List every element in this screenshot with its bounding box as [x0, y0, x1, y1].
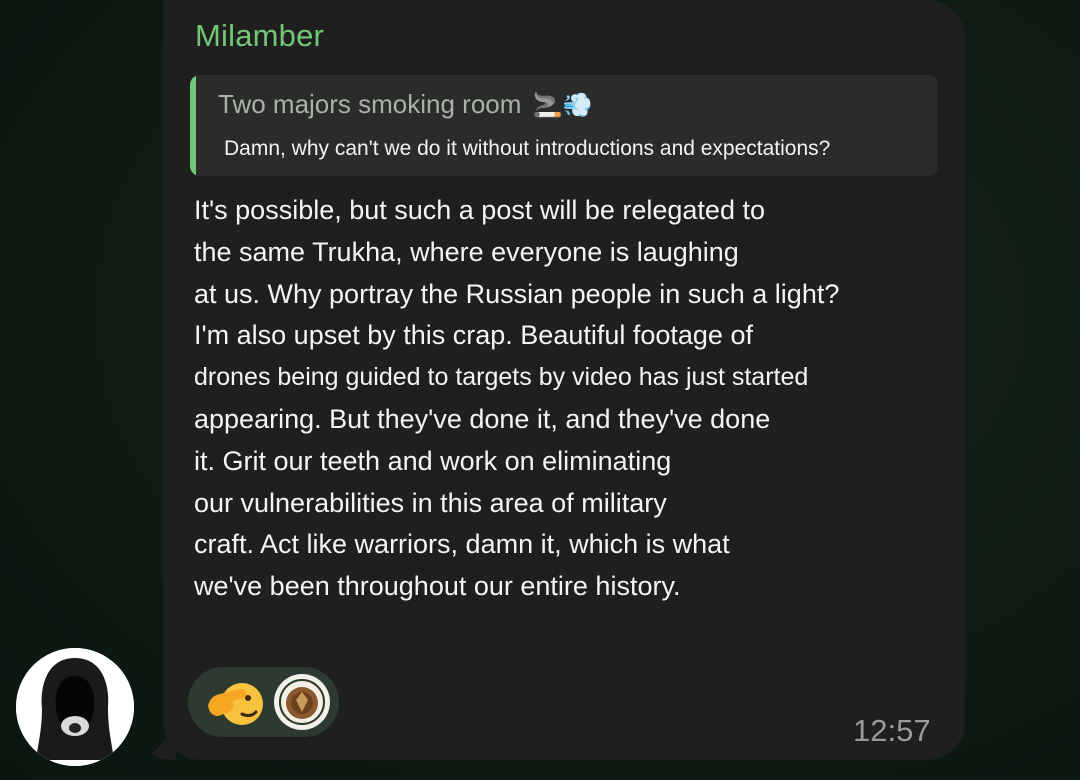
- reply-quote[interactable]: Two majors smoking room 🚬💨 Damn, why can…: [190, 75, 938, 176]
- reactor-avatar[interactable]: [274, 674, 330, 730]
- message-line: our vulnerabilities in this area of mili…: [194, 487, 667, 518]
- hooded-figure-icon: [16, 648, 134, 766]
- message-line: we've been throughout our entire history…: [194, 571, 681, 602]
- message-time: 12:57: [853, 713, 931, 748]
- reply-text: Damn, why can't we do it without introdu…: [224, 137, 831, 160]
- emblem-icon: [276, 676, 328, 728]
- message-line: appearing. But they've done it, and they…: [194, 403, 771, 434]
- message-line: drones being guided to targets by video …: [194, 363, 809, 392]
- message-line: craft. Act like warriors, damn it, which…: [194, 529, 730, 560]
- message-line: it. Grit our teeth and work on eliminati…: [194, 445, 672, 476]
- reply-accent-bar: [190, 75, 196, 176]
- message-line: It's possible, but such a post will be r…: [194, 195, 765, 225]
- cigarette-smoke-emoji: 🚬💨: [532, 91, 593, 119]
- sender-avatar[interactable]: [16, 648, 134, 766]
- saluting-face-emoji: [208, 683, 263, 725]
- message-text: It's possible, but such a post will be r…: [194, 190, 924, 608]
- reply-title-text: Two majors smoking room: [218, 89, 522, 119]
- sender-name[interactable]: Milamber: [195, 18, 324, 54]
- chat-screen: Milamber Two majors smoking room 🚬💨 Damn…: [0, 0, 1080, 780]
- message-line: I'm also upset by this crap. Beautiful f…: [194, 320, 753, 351]
- reply-title: Two majors smoking room 🚬💨: [218, 89, 592, 120]
- reaction-chip[interactable]: [188, 667, 339, 737]
- message-line: at us. Why portray the Russian people in…: [194, 278, 840, 309]
- message-line: the same Trukha, where everyone is laugh…: [194, 236, 739, 267]
